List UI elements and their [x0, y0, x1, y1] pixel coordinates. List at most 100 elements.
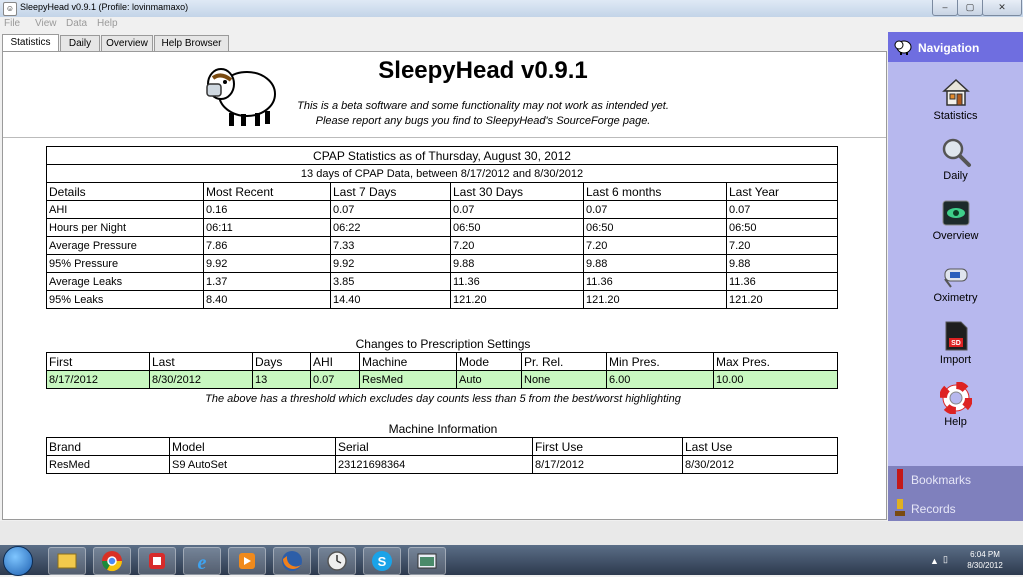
nav-records[interactable]: Records	[888, 495, 1023, 521]
app-icon: ☺	[3, 2, 17, 16]
stats-col-header: Last 7 Days	[330, 182, 451, 201]
table-cell: 13	[252, 370, 311, 389]
table-cell: 8/17/2012	[46, 370, 150, 389]
minimize-button[interactable]: –	[932, 0, 958, 16]
lifebuoy-icon	[939, 382, 972, 414]
table-cell: 7.20	[726, 236, 838, 255]
table-cell: 8/17/2012	[532, 455, 683, 474]
nav-oximetry[interactable]: Oximetry	[888, 260, 1023, 318]
menu-file[interactable]: File	[4, 18, 20, 29]
sheep-small-icon	[894, 40, 912, 55]
table-cell: 06:50	[726, 218, 838, 237]
table-cell: 0.07	[583, 200, 727, 219]
media-player-taskbar-icon[interactable]	[228, 547, 266, 575]
table-cell: ResMed	[46, 455, 170, 474]
tab-help-browser[interactable]: Help Browser	[154, 35, 229, 51]
window-title: SleepyHead v0.9.1 (Profile: lovinmamaxo)	[20, 2, 189, 12]
battery-tray-icon[interactable]: ▯	[943, 554, 948, 565]
rx-col-header: Last	[149, 352, 253, 371]
navigation-header[interactable]: Navigation	[888, 32, 1023, 62]
magnifier-icon	[942, 138, 971, 167]
sidebar-bottom-section: Bookmarks Records	[888, 466, 1023, 521]
nav-help-label: Help	[944, 416, 967, 428]
table-cell: 9.92	[330, 254, 451, 273]
menu-help[interactable]: Help	[97, 18, 118, 29]
clock-app-taskbar-icon[interactable]	[318, 547, 356, 575]
menu-view[interactable]: View	[35, 18, 57, 29]
table-row: ResMed S9 AutoSet 23121698364 8/17/2012 …	[46, 455, 838, 474]
taskbar-clock[interactable]: 6:04 PM 8/30/2012	[960, 549, 1010, 571]
status-bar	[0, 521, 1023, 545]
table-cell: 8/30/2012	[682, 455, 838, 474]
sleepyhead-taskbar-icon[interactable]	[408, 547, 446, 575]
internet-explorer-taskbar-icon[interactable]: e	[183, 547, 221, 575]
table-cell: 10.00	[713, 370, 838, 389]
table-cell: 14.40	[330, 290, 451, 309]
table-cell: 3.85	[330, 272, 451, 291]
table-cell: AHI	[46, 200, 204, 219]
tab-daily[interactable]: Daily	[60, 35, 100, 51]
table-cell: 9.88	[726, 254, 838, 273]
cpap-statistics-table: CPAP Statistics as of Thursday, August 3…	[46, 146, 838, 309]
nav-statistics-label: Statistics	[933, 110, 978, 122]
table-cell: 11.36	[450, 272, 584, 291]
table-cell: 0.07	[450, 200, 584, 219]
nav-bookmarks-label: Bookmarks	[911, 473, 972, 487]
house-icon	[941, 78, 970, 106]
rx-col-header: Pr. Rel.	[521, 352, 607, 371]
table-cell: 95% Leaks	[46, 290, 204, 309]
rx-col-header: Mode	[456, 352, 522, 371]
navigation-sidebar: Navigation Statistics Daily Overview Oxi…	[888, 32, 1023, 521]
svg-text:S: S	[378, 554, 387, 569]
explorer-taskbar-icon[interactable]	[48, 547, 86, 575]
skype-taskbar-icon[interactable]: S	[363, 547, 401, 575]
app-red-taskbar-icon[interactable]	[138, 547, 176, 575]
menu-bar: File View Data Help	[0, 17, 888, 32]
nav-overview[interactable]: Overview	[888, 198, 1023, 256]
tray-arrow-icon[interactable]: ▲	[930, 556, 939, 566]
table-row: AHI 0.16 0.07 0.07 0.07 0.07	[46, 200, 838, 219]
eye-screen-icon	[942, 200, 969, 226]
table-cell: 9.88	[583, 254, 727, 273]
nav-import[interactable]: SD Import	[888, 320, 1023, 378]
nav-bookmarks[interactable]: Bookmarks	[888, 466, 1023, 492]
table-cell: 06:22	[330, 218, 451, 237]
chrome-taskbar-icon[interactable]	[93, 547, 131, 575]
table-cell: Average Leaks	[46, 272, 204, 291]
table-cell: 8.40	[203, 290, 331, 309]
clock-date: 8/30/2012	[967, 561, 1003, 570]
start-button-icon[interactable]	[3, 546, 33, 576]
maximize-button[interactable]: ▢	[957, 0, 983, 16]
table-cell: Average Pressure	[46, 236, 204, 255]
table-cell: 06:50	[450, 218, 584, 237]
nav-help[interactable]: Help	[888, 382, 1023, 440]
nav-daily-label: Daily	[943, 170, 968, 182]
beta-notice-line-2: Please report any bugs you find to Sleep…	[315, 115, 651, 127]
menu-data[interactable]: Data	[66, 18, 87, 29]
prescription-table: First Last Days AHI Machine Mode Pr. Rel…	[46, 352, 838, 389]
table-cell: 7.33	[330, 236, 451, 255]
table-cell: 0.07	[310, 370, 360, 389]
nav-statistics[interactable]: Statistics	[888, 76, 1023, 134]
rx-col-header: Min Pres.	[606, 352, 714, 371]
rx-col-header: AHI	[310, 352, 360, 371]
close-button[interactable]: ✕	[982, 0, 1022, 16]
nav-daily[interactable]: Daily	[888, 136, 1023, 194]
table-cell: 121.20	[583, 290, 727, 309]
table-row: 8/17/2012 8/30/2012 13 0.07 ResMed Auto …	[46, 370, 838, 389]
table-row: Average Pressure 7.86 7.33 7.20 7.20 7.2…	[46, 236, 838, 255]
firefox-taskbar-icon[interactable]	[273, 547, 311, 575]
clock-time: 6:04 PM	[970, 550, 1000, 559]
table-row: Average Leaks 1.37 3.85 11.36 11.36 11.3…	[46, 272, 838, 291]
table-cell: 9.88	[450, 254, 584, 273]
mi-col-header: Model	[169, 437, 336, 456]
table-row: 95% Leaks 8.40 14.40 121.20 121.20 121.2…	[46, 290, 838, 309]
table-cell: ResMed	[359, 370, 457, 389]
stats-col-header: Last 30 Days	[450, 182, 584, 201]
tab-overview[interactable]: Overview	[101, 35, 153, 51]
tab-statistics[interactable]: Statistics	[2, 34, 59, 51]
navigation-label: Navigation	[918, 41, 980, 55]
nav-records-label: Records	[911, 502, 956, 516]
table-cell: 8/30/2012	[149, 370, 253, 389]
table-cell: 121.20	[450, 290, 584, 309]
